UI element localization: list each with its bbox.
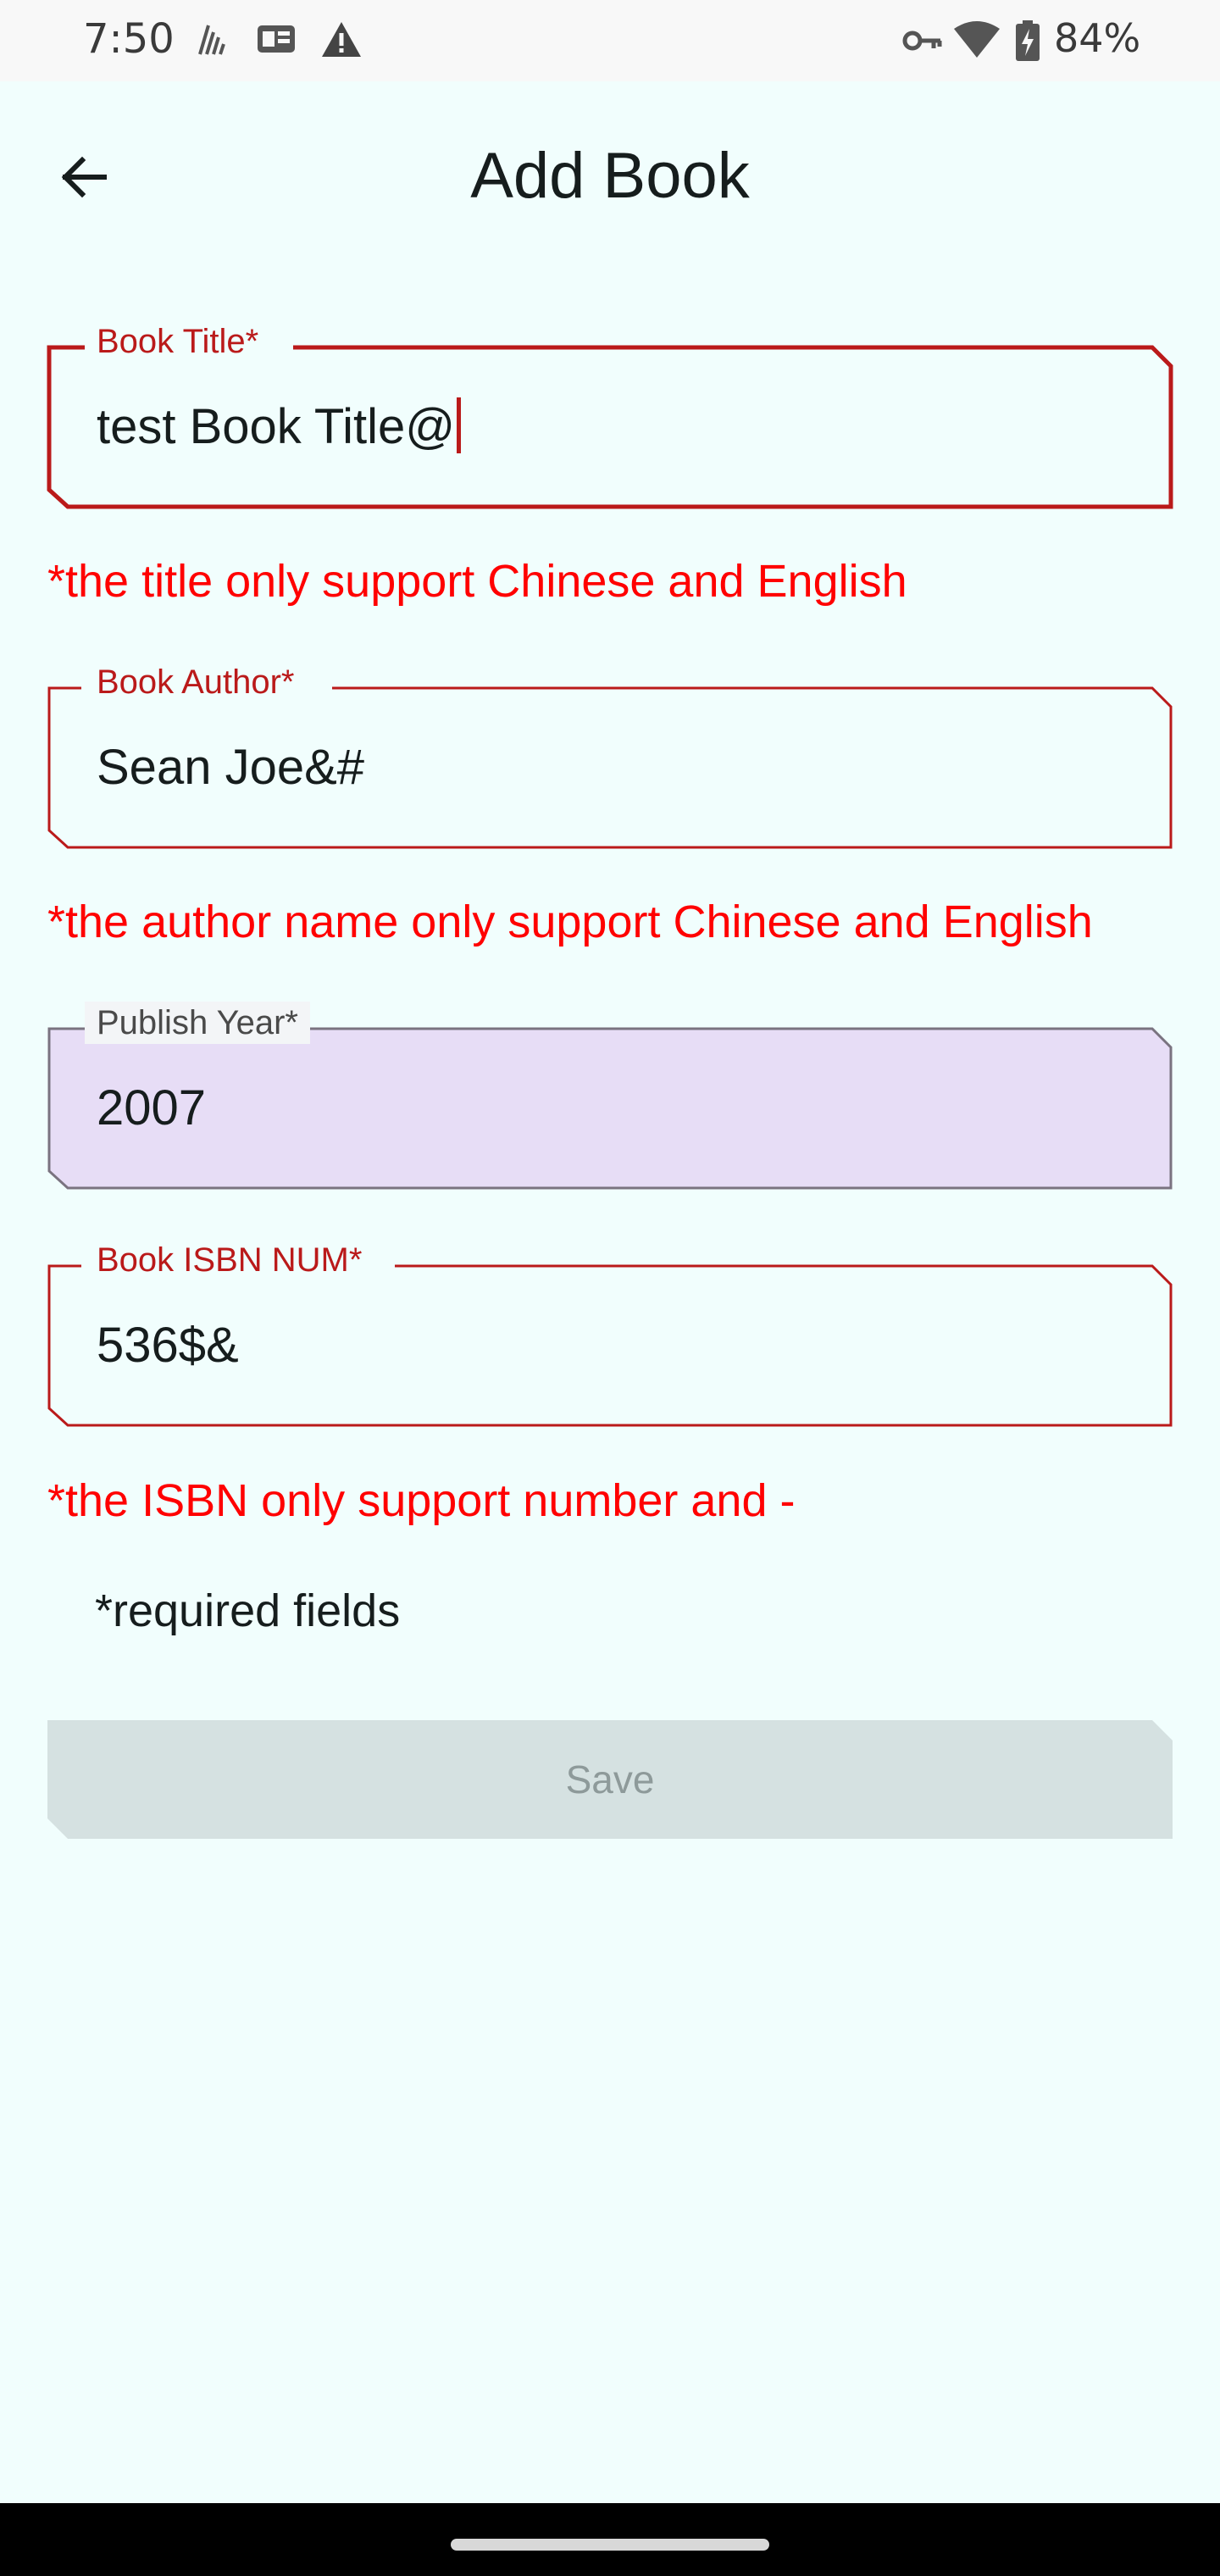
book-title-error: *the title only support Chinese and Engl… <box>47 556 907 607</box>
book-title-field[interactable]: Book Title* test Book Title@ <box>47 320 1173 509</box>
book-title-value: test Book Title@ <box>97 399 456 454</box>
save-button[interactable]: Save <box>47 1720 1173 1839</box>
page-title: Add Book <box>470 140 750 212</box>
home-gesture-handle[interactable] <box>451 2539 769 2551</box>
book-title-input[interactable]: test Book Title@ <box>97 397 462 458</box>
book-author-input[interactable]: Sean Joe&# <box>97 737 364 798</box>
status-bar: 7:50 84% <box>0 0 1220 81</box>
isbn-input[interactable]: 536$& <box>97 1315 239 1376</box>
save-label: Save <box>565 1757 655 1802</box>
status-time: 7:50 <box>83 15 175 63</box>
required-fields-note: *required fields <box>95 1585 401 1636</box>
book-author-label: Book Author* <box>85 661 307 703</box>
news-icon <box>256 20 297 62</box>
wifi-icon <box>952 20 1001 64</box>
isbn-field[interactable]: Book ISBN NUM* 536$& <box>47 1239 1173 1427</box>
text-cursor <box>457 397 462 453</box>
vpn-key-icon <box>901 20 944 62</box>
book-author-error: *the author name only support Chinese an… <box>47 897 1093 947</box>
isbn-error: *the ISBN only support number and - <box>47 1475 796 1526</box>
signal-icon <box>197 20 227 62</box>
publish-year-label: Publish Year* <box>85 1002 310 1044</box>
battery-charging-icon <box>1013 20 1042 67</box>
book-author-field[interactable]: Book Author* Sean Joe&# <box>47 661 1173 849</box>
warning-icon <box>320 20 363 64</box>
battery-percentage: 84% <box>1054 15 1141 61</box>
book-title-label: Book Title* <box>85 320 271 363</box>
isbn-label: Book ISBN NUM* <box>85 1239 374 1281</box>
publish-year-field[interactable]: Publish Year* 2007 <box>47 1002 1173 1190</box>
field-outline <box>47 1027 1173 1190</box>
publish-year-input[interactable]: 2007 <box>97 1078 206 1139</box>
